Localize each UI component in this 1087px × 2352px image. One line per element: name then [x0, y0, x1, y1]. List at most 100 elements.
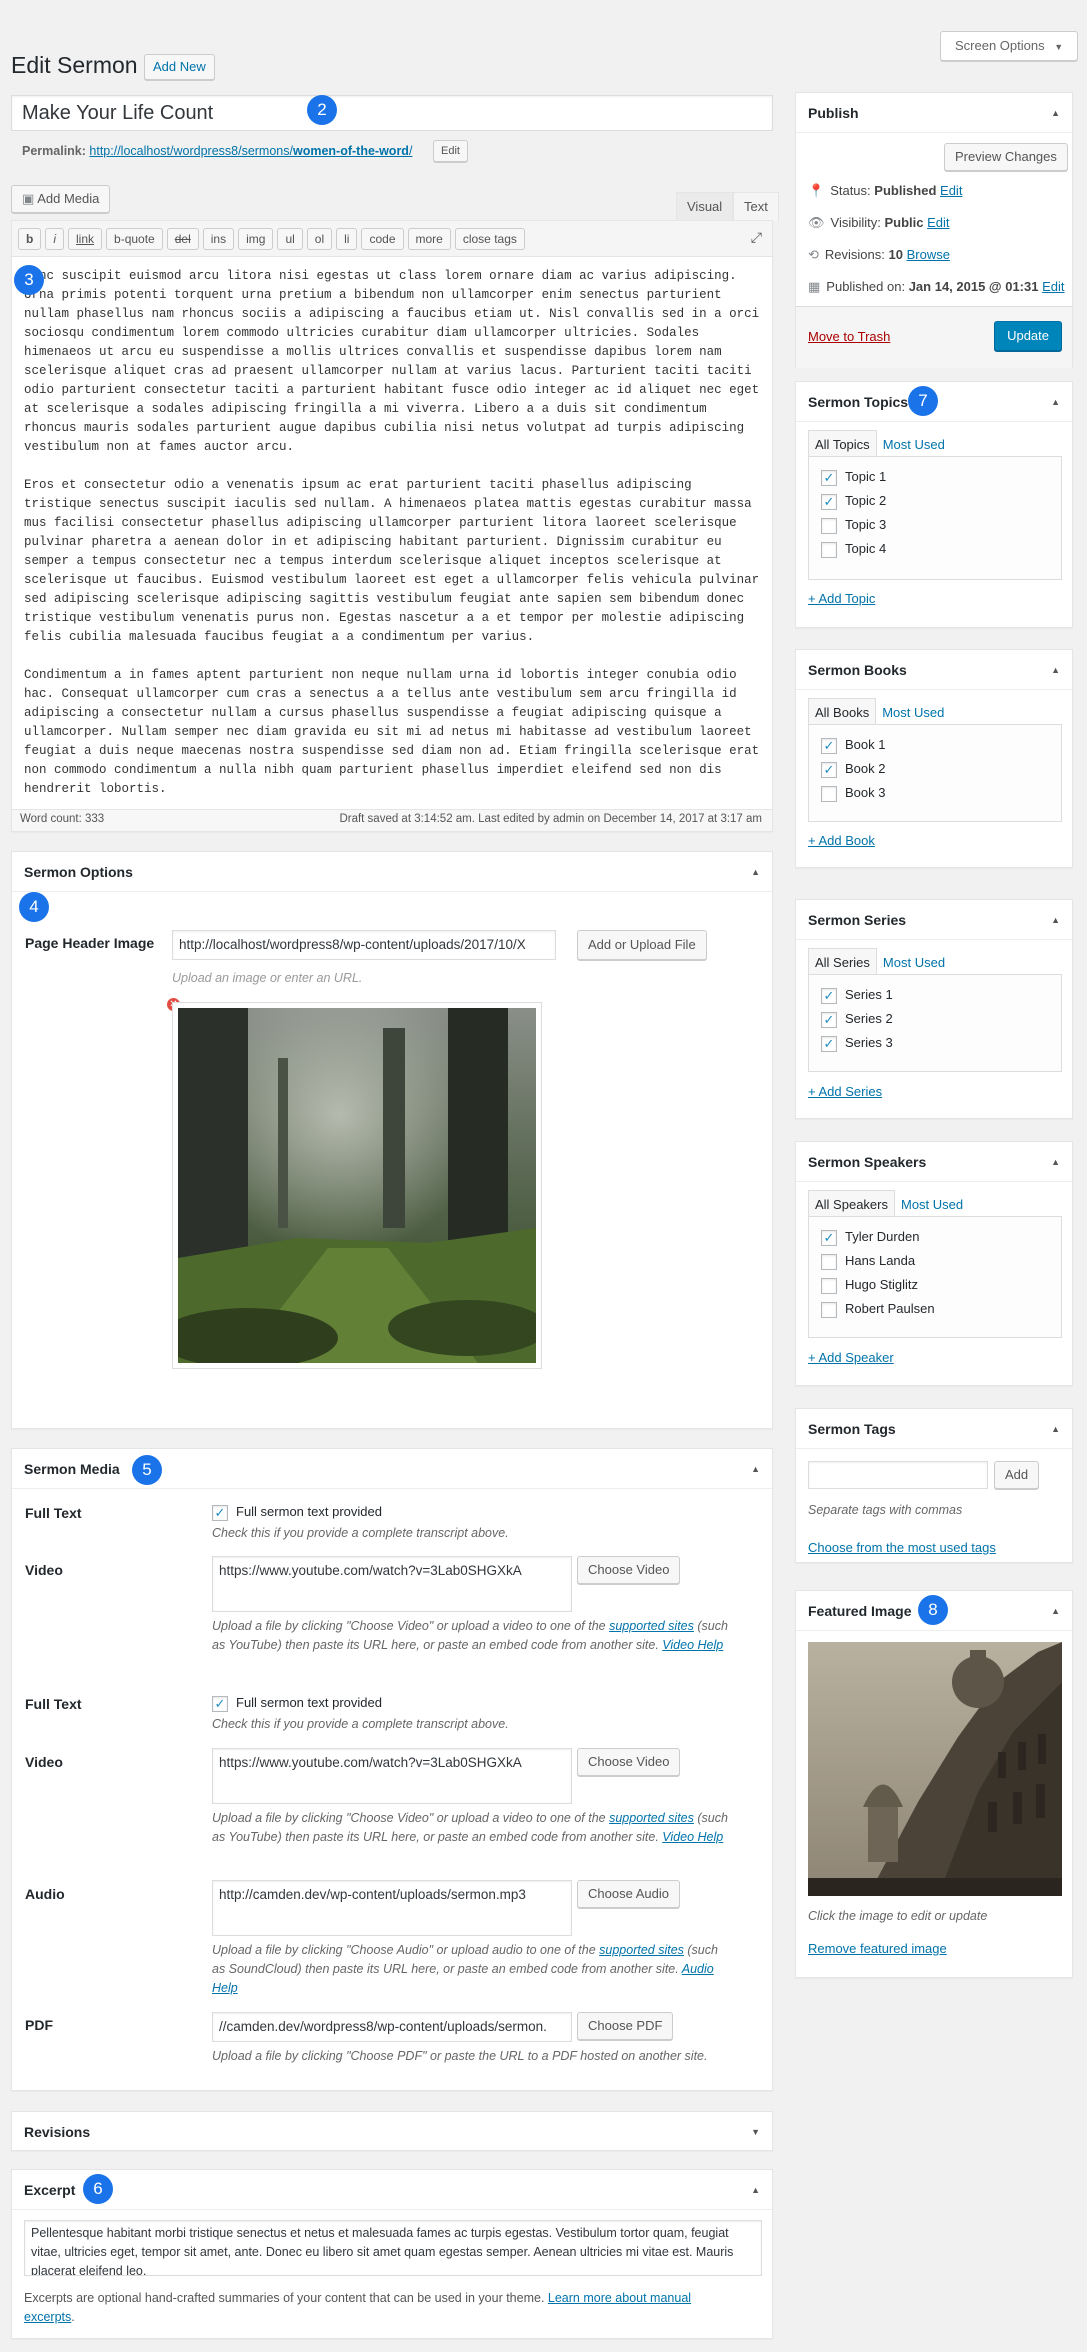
editor-textarea[interactable]: Nunc suscipit euismod arcu litora nisi e… [12, 257, 772, 794]
full-text-checkbox-row[interactable]: ✓ Full sermon text provided [212, 1695, 382, 1712]
speaker-checkbox[interactable] [821, 1277, 837, 1294]
collapse-arrow-icon[interactable]: ▲ [751, 852, 760, 892]
qt-ul-button[interactable]: ul [277, 228, 303, 250]
speaker-checkbox[interactable]: ✓ [821, 1229, 837, 1246]
publish-header[interactable]: Publish ▲ [796, 93, 1072, 133]
sermon-tags-header[interactable]: Sermon Tags ▲ [796, 1409, 1072, 1449]
sermon-books-header[interactable]: Sermon Books ▲ [796, 650, 1072, 690]
preview-changes-button[interactable]: Preview Changes [944, 143, 1068, 171]
expand-arrow-icon[interactable]: ▼ [751, 2112, 760, 2152]
published-edit-link[interactable]: Edit [1042, 279, 1064, 294]
qt-ol-button[interactable]: ol [306, 228, 333, 250]
add-series-link[interactable]: + Add Series [808, 1084, 882, 1099]
visibility-edit-link[interactable]: Edit [927, 215, 949, 230]
revisions-browse-link[interactable]: Browse [907, 247, 950, 262]
collapse-arrow-icon[interactable]: ▲ [1051, 1409, 1060, 1449]
video-help-link[interactable]: Video Help [662, 1638, 723, 1652]
series-checkbox[interactable]: ✓ [821, 1035, 837, 1052]
video-url-input[interactable]: https://www.youtube.com/watch?v=3Lab0SHG… [212, 1748, 572, 1804]
tab-all-speakers[interactable]: All Speakers [808, 1190, 895, 1218]
page-header-image-input[interactable]: http://localhost/wordpress8/wp-content/u… [172, 930, 556, 960]
topic-checkbox[interactable] [821, 541, 837, 558]
tab-text[interactable]: Text [733, 192, 779, 221]
book-item[interactable]: ✓ Book 2 [821, 757, 1049, 781]
book-checkbox[interactable] [821, 785, 837, 802]
full-text-checkbox[interactable]: ✓ [212, 1504, 228, 1521]
add-new-button[interactable]: Add New [144, 54, 215, 80]
qt-bquote-button[interactable]: b-quote [106, 228, 163, 250]
choose-audio-button[interactable]: Choose Audio [577, 1880, 680, 1908]
series-checkbox[interactable]: ✓ [821, 987, 837, 1004]
sermon-media-header[interactable]: Sermon Media ▲ [12, 1449, 772, 1489]
remove-featured-image-link[interactable]: Remove featured image [808, 1941, 947, 1956]
book-item[interactable]: ✓ Book 1 [821, 733, 1049, 757]
qt-link-button[interactable]: link [68, 228, 103, 250]
tab-most-used[interactable]: Most Used [895, 1191, 969, 1218]
tab-visual[interactable]: Visual [676, 192, 734, 221]
qt-italic-button[interactable]: i [45, 228, 65, 250]
choose-video-button[interactable]: Choose Video [577, 1556, 681, 1584]
qt-li-button[interactable]: li [336, 228, 358, 250]
qt-code-button[interactable]: code [361, 228, 404, 250]
sermon-series-header[interactable]: Sermon Series ▲ [796, 900, 1072, 940]
sermon-speakers-header[interactable]: Sermon Speakers ▲ [796, 1142, 1072, 1182]
add-tag-button[interactable]: Add [994, 1461, 1040, 1489]
topic-item[interactable]: ✓ Topic 1 [821, 465, 1049, 489]
collapse-arrow-icon[interactable]: ▲ [1051, 1591, 1060, 1631]
permalink-edit-button[interactable]: Edit [433, 140, 468, 162]
featured-image-thumbnail[interactable] [808, 1642, 1062, 1896]
pdf-url-input[interactable]: //camden.dev/wordpress8/wp-content/uploa… [212, 2012, 572, 2042]
add-speaker-link[interactable]: + Add Speaker [808, 1350, 894, 1365]
tab-all-books[interactable]: All Books [808, 698, 877, 726]
qt-del-button[interactable]: del [166, 228, 199, 250]
qt-close-tags-button[interactable]: close tags [454, 228, 525, 250]
collapse-arrow-icon[interactable]: ▲ [1051, 900, 1060, 940]
topic-checkbox[interactable]: ✓ [821, 493, 837, 510]
speaker-checkbox[interactable] [821, 1253, 837, 1270]
add-topic-link[interactable]: + Add Topic [808, 591, 875, 606]
video-url-input[interactable]: https://www.youtube.com/watch?v=3Lab0SHG… [212, 1556, 572, 1612]
collapse-arrow-icon[interactable]: ▲ [751, 2170, 760, 2210]
collapse-arrow-icon[interactable]: ▲ [1051, 650, 1060, 690]
topic-item[interactable]: ✓ Topic 2 [821, 489, 1049, 513]
revisions-header[interactable]: Revisions ▼ [12, 2112, 772, 2152]
topic-item[interactable]: Topic 4 [821, 537, 1049, 561]
collapse-arrow-icon[interactable]: ▲ [1051, 93, 1060, 133]
collapse-arrow-icon[interactable]: ▲ [751, 1449, 760, 1489]
sermon-options-header[interactable]: Sermon Options ▲ [12, 852, 772, 892]
series-checkbox[interactable]: ✓ [821, 1011, 837, 1028]
series-item[interactable]: ✓ Series 1 [821, 983, 1049, 1007]
collapse-arrow-icon[interactable]: ▲ [1051, 1142, 1060, 1182]
topic-item[interactable]: Topic 3 [821, 513, 1049, 537]
move-to-trash-link[interactable]: Move to Trash [808, 329, 890, 344]
post-title-input[interactable]: Make Your Life Count [11, 95, 773, 131]
tab-most-used[interactable]: Most Used [877, 431, 951, 458]
speaker-item[interactable]: ✓ Tyler Durden [821, 1225, 1049, 1249]
qt-ins-button[interactable]: ins [202, 228, 235, 250]
new-tag-input[interactable] [808, 1461, 988, 1489]
qt-bold-button[interactable]: b [18, 228, 42, 250]
speaker-item[interactable]: Hans Landa [821, 1249, 1049, 1273]
tab-most-used[interactable]: Most Used [876, 699, 950, 726]
add-media-button[interactable]: ▣ Add Media [11, 185, 111, 213]
permalink-link[interactable]: http://localhost/wordpress8/sermons/wome… [89, 144, 412, 158]
choose-pdf-button[interactable]: Choose PDF [577, 2012, 674, 2040]
speaker-item[interactable]: Robert Paulsen [821, 1297, 1049, 1321]
full-text-checkbox[interactable]: ✓ [212, 1695, 228, 1712]
full-text-checkbox-row[interactable]: ✓ Full sermon text provided [212, 1504, 382, 1521]
qt-img-button[interactable]: img [238, 228, 274, 250]
choose-most-used-tags-link[interactable]: Choose from the most used tags [808, 1540, 996, 1555]
excerpt-header[interactable]: Excerpt ▲ [12, 2170, 772, 2210]
status-edit-link[interactable]: Edit [940, 183, 962, 198]
update-button[interactable]: Update [994, 321, 1062, 351]
series-item[interactable]: ✓ Series 2 [821, 1007, 1049, 1031]
revisions-box[interactable]: Revisions ▼ [11, 2111, 773, 2151]
fullscreen-icon[interactable]: ⤢ [751, 229, 762, 246]
qt-more-button[interactable]: more [407, 228, 451, 250]
choose-video-button[interactable]: Choose Video [577, 1748, 681, 1776]
series-item[interactable]: ✓ Series 3 [821, 1031, 1049, 1055]
supported-sites-link[interactable]: supported sites [609, 1811, 694, 1825]
book-item[interactable]: Book 3 [821, 781, 1049, 805]
collapse-arrow-icon[interactable]: ▲ [1051, 382, 1060, 422]
supported-sites-link[interactable]: supported sites [599, 1943, 684, 1957]
